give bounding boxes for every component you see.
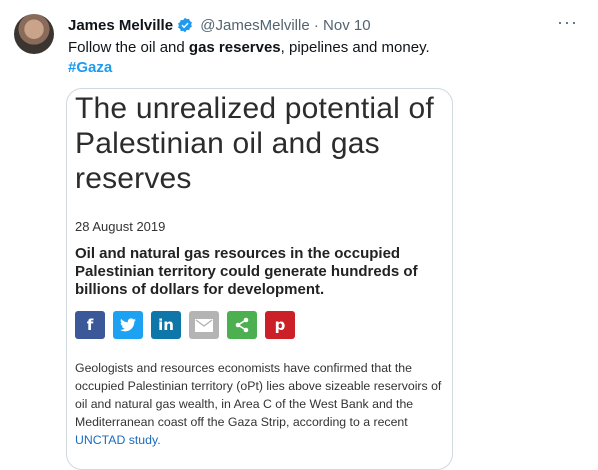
tweet-text: Follow the oil and gas reserves, pipelin…: [68, 38, 430, 58]
author-name[interactable]: James Melville: [68, 17, 173, 34]
unctad-study-link[interactable]: UNCTAD study.: [75, 433, 161, 447]
share-buttons: f in p: [75, 311, 295, 339]
article-body: Geologists and resources economists have…: [75, 359, 447, 449]
facebook-share-icon[interactable]: f: [75, 311, 105, 339]
tweet-text-part-1: Follow the oil and: [68, 39, 189, 56]
tweet-date[interactable]: Nov 10: [323, 17, 371, 34]
tweet-text-part-2: , pipelines and money.: [280, 39, 430, 56]
tweet-text-bold: gas reserves: [188, 39, 281, 56]
separator-dot: ·: [313, 17, 319, 34]
article-title: The unrealized potential of Palestinian …: [75, 92, 434, 195]
hashtag-link[interactable]: #Gaza: [68, 58, 112, 78]
article-lead: Oil and natural gas resources in the occ…: [75, 245, 418, 298]
twitter-share-icon[interactable]: [113, 311, 143, 339]
linkedin-share-icon[interactable]: in: [151, 311, 181, 339]
pinterest-share-icon[interactable]: p: [265, 311, 295, 339]
share-icon[interactable]: [227, 311, 257, 339]
attached-image-card[interactable]: The unrealized potential of Palestinian …: [66, 88, 453, 470]
author-handle[interactable]: @JamesMelville: [200, 17, 309, 34]
verified-badge-icon: [177, 17, 193, 39]
article-date: 28 August 2019: [75, 219, 166, 234]
author-avatar[interactable]: [14, 14, 54, 54]
tweet-header: James Melville @JamesMelville · Nov 10: [68, 16, 371, 39]
more-options-icon[interactable]: ···: [557, 12, 578, 33]
article-body-text: Geologists and resources economists have…: [75, 361, 442, 429]
email-share-icon[interactable]: [189, 311, 219, 339]
